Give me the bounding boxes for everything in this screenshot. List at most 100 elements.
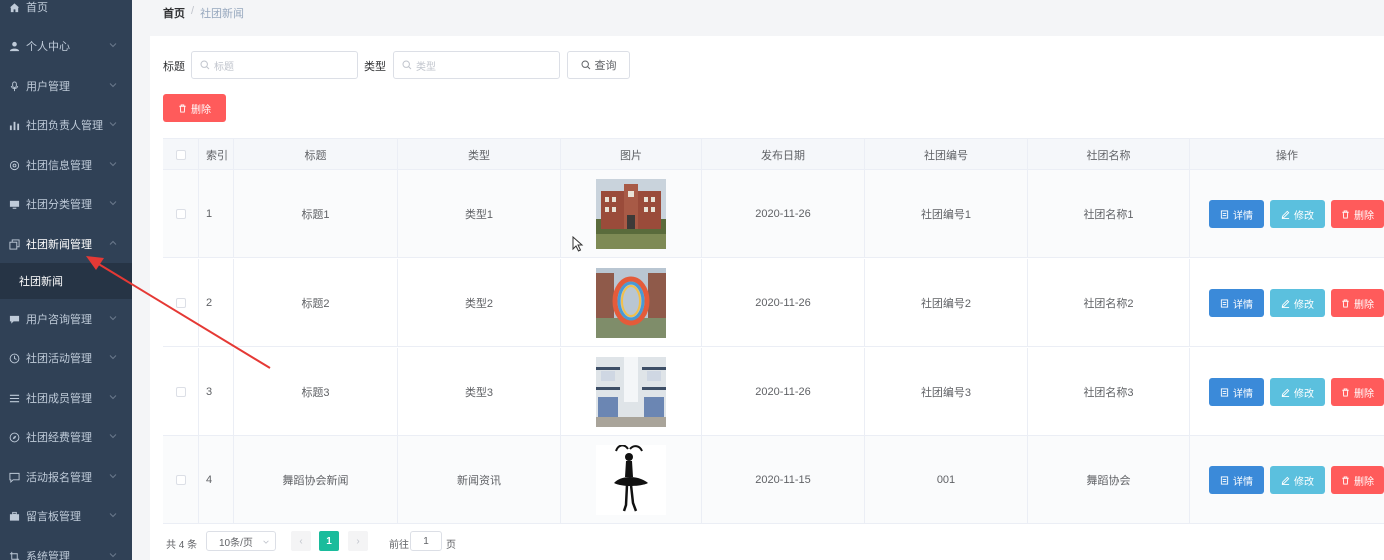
header-club-name: 社团名称 [1028,139,1190,170]
sidebar-item-club-news[interactable]: 社团新闻管理 [0,225,132,263]
briefcase-icon [7,509,21,523]
crop-icon [7,549,21,560]
copy-icon [7,237,21,251]
document-icon [1220,209,1229,219]
title-search-input[interactable]: 标题 [191,51,358,79]
ring-sculpture-photo[interactable] [596,268,666,338]
sidebar-item-label: 用户管理 [26,81,70,93]
cell-index: 3 [199,348,234,436]
row-select[interactable] [163,170,199,258]
chevron-down-icon [263,540,269,544]
sidebar-subitem-label: 社团新闻 [19,276,63,288]
row-checkbox[interactable] [175,475,186,485]
sidebar-item-label: 社团经费管理 [26,432,92,444]
edit-button[interactable]: 修改 [1270,378,1325,406]
page-1-button[interactable]: 1 [319,531,339,551]
cell-date: 2020-11-26 [702,259,865,347]
breadcrumb: 首页 / 社团新闻 [163,5,244,21]
delete-button[interactable]: 删除 [1331,466,1384,494]
batch-delete-button[interactable]: 删除 [163,94,226,122]
row-checkbox[interactable] [175,387,186,397]
chevron-down-icon [109,316,117,321]
document-icon [1220,475,1229,485]
bar-chart-icon [7,118,21,132]
cell-club-no: 社团编号1 [865,170,1028,258]
edit-label: 修改 [1294,210,1314,222]
cell-type: 新闻资讯 [398,436,561,524]
row-select[interactable] [163,348,199,436]
delete-button[interactable]: 删除 [1331,289,1384,317]
row-checkbox[interactable] [175,209,186,219]
row-select[interactable] [163,436,199,524]
sidebar-item-users[interactable]: 用户管理 [0,67,132,105]
delete-button[interactable]: 删除 [1331,200,1384,228]
detail-label: 详情 [1233,388,1253,400]
header-select-all[interactable] [163,139,199,170]
cell-title: 标题2 [234,259,398,347]
edit-button[interactable]: 修改 [1270,466,1325,494]
sidebar-item-user-consult[interactable]: 用户咨询管理 [0,300,132,338]
sidebar-item-club-activity[interactable]: 社团活动管理 [0,339,132,377]
goto-page-input[interactable]: 1 [410,531,442,551]
page-size-select[interactable]: 10条/页 [206,531,276,551]
title-placeholder: 标题 [214,61,234,73]
breadcrumb-current: 社团新闻 [200,8,245,20]
detail-button[interactable]: 详情 [1209,466,1264,494]
cell-title: 舞蹈协会新闻 [234,436,398,524]
detail-button[interactable]: 详情 [1209,289,1264,317]
sidebar-item-label: 活动报名管理 [26,472,92,484]
document-icon [1220,387,1229,397]
sidebar: 首页 个人中心 用户管理 社团负责人管理 社团信息管理 社团分类管理 社团新闻管… [0,0,132,560]
prev-page-button[interactable]: ‹ [291,531,311,551]
header-date: 发布日期 [702,139,865,170]
header-club-no: 社团编号 [865,139,1028,170]
query-button[interactable]: 查询 [567,51,630,79]
sidebar-item-club-info[interactable]: 社团信息管理 [0,146,132,184]
cell-index: 4 [199,436,234,524]
row-checkbox[interactable] [175,298,186,308]
chevron-down-icon [109,162,117,167]
sidebar-item-system[interactable]: 系统管理 [0,537,132,560]
type-search-input[interactable]: 类型 [393,51,560,79]
dormitory-photo[interactable] [596,357,666,427]
microphone-icon [7,79,21,93]
chevron-up-icon [109,240,117,245]
campus-building-photo[interactable] [596,179,666,249]
cell-type: 类型1 [398,170,561,258]
trash-icon [1342,209,1349,219]
detail-button[interactable]: 详情 [1209,200,1264,228]
cell-index: 2 [199,259,234,347]
breadcrumb-home[interactable]: 首页 [163,5,185,21]
type-placeholder: 类型 [416,61,436,73]
table-header: 索引 标题 类型 图片 发布日期 社团编号 社团名称 操作 [163,138,1384,170]
sidebar-item-club-funds[interactable]: 社团经费管理 [0,418,132,456]
select-all-checkbox[interactable] [175,149,186,160]
ballet-dancer-silhouette[interactable] [596,445,666,515]
detail-label: 详情 [1233,299,1253,311]
message-icon [7,312,21,326]
sidebar-item-club-members[interactable]: 社团成员管理 [0,379,132,417]
sidebar-item-club-leaders[interactable]: 社团负责人管理 [0,106,132,144]
chevron-down-icon [109,553,117,558]
cell-club-name: 社团名称3 [1028,348,1190,436]
sidebar-item-home[interactable]: 首页 [0,0,132,26]
table-row: 4 舞蹈协会新闻 新闻资讯 2020-11-15 001 舞蹈协会 详情 修改 … [163,436,1384,524]
sidebar-subitem-club-news[interactable]: 社团新闻 [0,263,132,299]
sidebar-item-label: 首页 [26,2,48,14]
sidebar-item-profile[interactable]: 个人中心 [0,27,132,65]
trash-icon [1342,475,1349,485]
chevron-down-icon [109,513,117,518]
edit-button[interactable]: 修改 [1270,200,1325,228]
edit-icon [1281,388,1290,397]
sidebar-item-activity-signup[interactable]: 活动报名管理 [0,458,132,496]
cell-type: 类型2 [398,259,561,347]
table-row: 1 标题1 类型1 2020-11-26 社团编号1 社团名称1 详情 修改 删… [163,170,1384,258]
sidebar-item-club-category[interactable]: 社团分类管理 [0,185,132,223]
next-page-button[interactable]: › [348,531,368,551]
edit-button[interactable]: 修改 [1270,289,1325,317]
goto-label: 前往 [389,540,409,551]
row-select[interactable] [163,259,199,347]
sidebar-item-message-board[interactable]: 留言板管理 [0,497,132,535]
delete-button[interactable]: 删除 [1331,378,1384,406]
detail-button[interactable]: 详情 [1209,378,1264,406]
